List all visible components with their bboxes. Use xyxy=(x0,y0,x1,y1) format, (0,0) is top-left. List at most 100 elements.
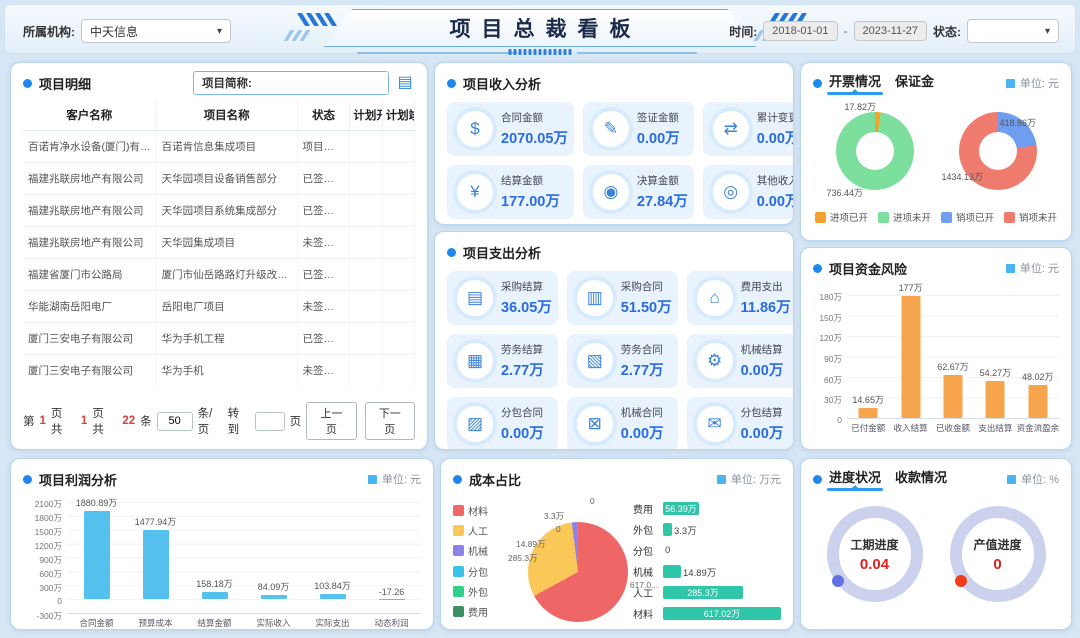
y-axis-tick: 60万 xyxy=(824,374,842,386)
tab-progress-status[interactable]: 进度状况 xyxy=(829,467,881,491)
table-row[interactable]: 福建兆联房地产有限公司天华园项目设备销售部分已签合同 xyxy=(23,163,415,195)
date-from-input[interactable]: 2018-01-01 xyxy=(763,21,837,41)
table-row[interactable]: 福建省厦门市公路局厦门市仙岳路路灯升级改造项目已签合同 xyxy=(23,259,415,291)
fee-expense-icon: ⌂ xyxy=(697,280,733,316)
legend-item[interactable]: 销项已开 xyxy=(941,210,994,224)
expense-card[interactable]: ▧劳务合同2.77万 xyxy=(567,334,678,388)
goto-page-input[interactable] xyxy=(255,412,285,431)
unit-square-icon xyxy=(368,475,377,484)
card-label: 其他收入 xyxy=(757,173,794,188)
progress-gauge: 工期进度0.04 xyxy=(827,506,923,602)
legend-item[interactable]: 分包 xyxy=(453,564,500,579)
income-card[interactable]: ◎其他收入0.00万 xyxy=(703,165,794,219)
cumulative-change-icon: ⇄ xyxy=(713,111,749,147)
progress-gauge: 产值进度0 xyxy=(950,506,1046,602)
cost-item-label: 费用 xyxy=(633,501,663,516)
cost-item-value: 0 xyxy=(665,545,670,556)
income-card[interactable]: $合同金额2070.05万 xyxy=(447,102,574,156)
project-cell: 岳阳电厂项目 xyxy=(156,291,297,323)
page-size-input[interactable] xyxy=(157,412,193,431)
table-row[interactable]: 厦门三安电子有限公司华为手机未签合同 xyxy=(23,355,415,387)
legend-item[interactable]: 材料 xyxy=(453,503,500,518)
next-page-button[interactable]: 下一页 xyxy=(365,402,415,440)
income-card[interactable]: ¥结算金额177.00万 xyxy=(447,165,574,219)
column-header[interactable]: 状态 xyxy=(297,100,350,131)
income-card[interactable]: ⇄累计变更0.00万 xyxy=(703,102,794,156)
legend-item[interactable]: 进项未开 xyxy=(878,210,931,224)
legend-item[interactable]: 费用 xyxy=(453,604,500,619)
column-header[interactable]: 项目名称 xyxy=(156,100,297,131)
cost-bar: 285.3万 xyxy=(663,586,743,599)
date-to-input[interactable]: 2023-11-27 xyxy=(854,21,927,41)
expense-card[interactable]: ⚙机械结算0.00万 xyxy=(687,334,794,388)
card-label: 累计变更 xyxy=(757,110,794,125)
expense-card[interactable]: ⌂费用支出11.86万 xyxy=(687,271,794,325)
subcontract-settlement-icon: ✉ xyxy=(697,406,733,442)
search-label: 项目简称: xyxy=(194,75,256,91)
cost-ratio-panel: 成本占比 单位: 万元 材料人工机械分包外包费用 0 3.3万 0 14.89万… xyxy=(440,458,794,630)
org-select[interactable]: 中天信息 ▾ xyxy=(81,19,231,43)
expense-card[interactable]: ▥采购合同51.50万 xyxy=(567,271,678,325)
chevron-down-icon: ▾ xyxy=(217,26,222,37)
status-cell: 未签合同 xyxy=(297,227,350,259)
expense-card[interactable]: ▨分包合同0.00万 xyxy=(447,397,558,450)
cost-item-label: 外包 xyxy=(633,522,663,537)
bar-value-label: 158.18万 xyxy=(196,577,233,590)
project-cell: 厦门市仙岳路路灯升级改造项目 xyxy=(156,259,297,291)
unit-square-icon xyxy=(1006,79,1015,88)
status-select[interactable]: ▾ xyxy=(967,19,1059,43)
bar-value-label: -17.26 xyxy=(379,587,405,597)
decor-line xyxy=(577,52,697,54)
card-label: 机械结算 xyxy=(741,342,784,357)
card-label: 分包结算 xyxy=(741,405,784,420)
customer-cell: 福建兆联房地产有限公司 xyxy=(23,227,156,259)
prev-page-button[interactable]: 上一页 xyxy=(306,402,356,440)
column-header[interactable]: 计划竣工 xyxy=(382,100,414,131)
status-cell: 已签合同 xyxy=(297,259,350,291)
legend-swatch-icon xyxy=(453,505,464,516)
x-axis-label: 预算成本 xyxy=(126,614,185,629)
table-row[interactable]: 厦门三安电子有限公司华为手机工程已签合同 xyxy=(23,323,415,355)
card-value: 11.86万 xyxy=(741,296,791,317)
column-header[interactable]: 计划开始 xyxy=(350,100,382,131)
customer-cell: 百诺肯净水设备(厦门)有限公司 xyxy=(23,131,156,163)
legend-swatch-icon xyxy=(453,566,464,577)
bar-value-label: 1477.94万 xyxy=(135,515,177,528)
income-card[interactable]: ✎签证金额0.00万 xyxy=(583,102,694,156)
table-row[interactable]: 福建兆联房地产有限公司天华园项目系统集成部分已签合同 xyxy=(23,195,415,227)
y-axis-tick: 1500万 xyxy=(35,526,62,538)
plan-start-cell xyxy=(350,131,382,163)
expense-card[interactable]: ⊠机械合同0.00万 xyxy=(567,397,678,450)
expense-card[interactable]: ▦劳务结算2.77万 xyxy=(447,334,558,388)
legend-item[interactable]: 销项未开 xyxy=(1004,210,1057,224)
card-value: 2.77万 xyxy=(501,359,544,380)
table-row[interactable]: 福建兆联房地产有限公司天华园集成项目未签合同 xyxy=(23,227,415,259)
panel-title: 项目收入分析 xyxy=(463,74,541,93)
tab-collection-status[interactable]: 收款情况 xyxy=(895,467,947,491)
gauge-dot-icon xyxy=(832,575,844,587)
cost-list-row: 分包0 xyxy=(633,543,781,559)
legend-swatch-icon xyxy=(453,545,464,556)
legend-item[interactable]: 机械 xyxy=(453,543,500,558)
report-list-icon[interactable]: ▤ xyxy=(395,73,415,93)
y-axis-tick: 1200万 xyxy=(35,540,62,552)
project-cell: 天华园项目系统集成部分 xyxy=(156,195,297,227)
table-row[interactable]: 华能湖南岳阳电厂岳阳电厂项目未签合同 xyxy=(23,291,415,323)
expense-card[interactable]: ▤采购结算36.05万 xyxy=(447,271,558,325)
x-axis-label: 实际支出 xyxy=(303,614,362,629)
legend-item[interactable]: 外包 xyxy=(453,584,500,599)
project-abbr-search-input[interactable] xyxy=(256,72,388,94)
panel-title: 项目资金风险 xyxy=(829,259,907,278)
decor-zipper xyxy=(509,49,572,55)
unit-label: 单位: 万元 xyxy=(731,471,781,487)
table-row[interactable]: 百诺肯净水设备(厦门)有限公司百诺肯信息集成项目项目在建 xyxy=(23,131,415,163)
expense-card[interactable]: ✉分包结算0.00万 xyxy=(687,397,794,450)
tab-deposit[interactable]: 保证金 xyxy=(895,71,934,95)
card-value: 36.05万 xyxy=(501,296,552,317)
legend-item[interactable]: 进项已开 xyxy=(815,210,868,224)
income-card[interactable]: ◉决算金额27.84万 xyxy=(583,165,694,219)
customer-cell: 福建兆联房地产有限公司 xyxy=(23,163,156,195)
column-header[interactable]: 客户名称 xyxy=(23,100,156,131)
tab-invoice-status[interactable]: 开票情况 xyxy=(829,71,881,95)
legend-item[interactable]: 人工 xyxy=(453,523,500,538)
